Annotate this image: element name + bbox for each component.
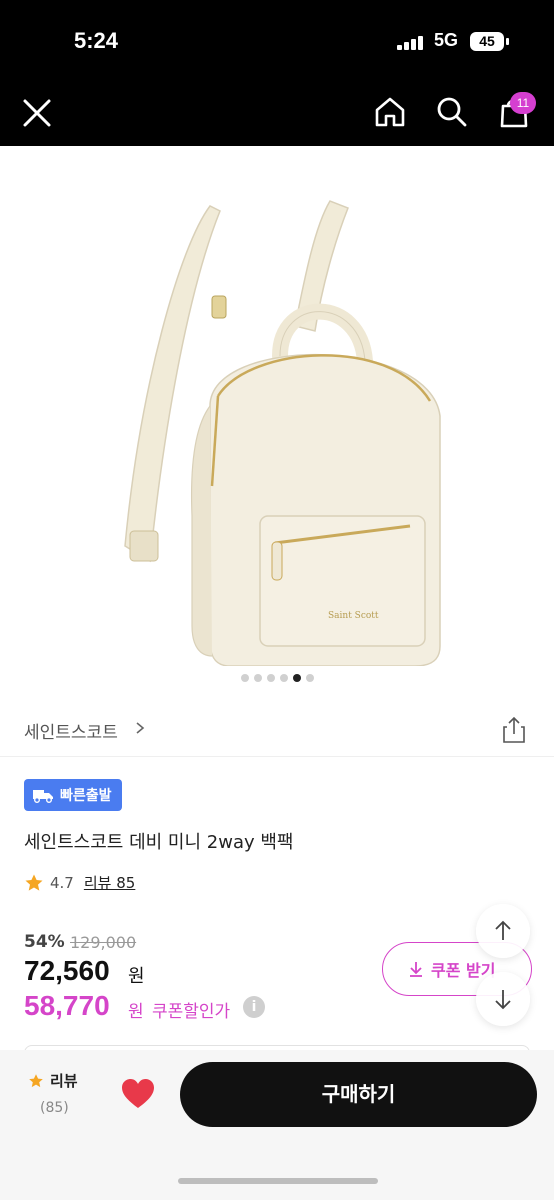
fast-shipping-badge: 빠른출발 [24,779,122,811]
backpack-image: Saint Scott [124,200,441,666]
scroll-down-button[interactable] [476,972,530,1026]
pagination-dot[interactable] [253,674,262,682]
svg-text:Saint Scott: Saint Scott [328,611,379,621]
arrow-down-icon [495,990,511,1010]
pagination-dot[interactable] [279,674,288,682]
review-count-link[interactable]: 리뷰 85 [84,872,135,893]
top-bar: 5:24 5G 45 11 [0,0,554,146]
discount-rate: 54% [24,932,65,952]
pagination-dot-active[interactable] [292,674,301,682]
star-icon [25,874,43,891]
download-icon [410,962,422,977]
sale-price: 72,560 [24,955,110,986]
star-icon [29,1073,43,1087]
bottom-review-count: (85) [40,1100,69,1116]
arrow-up-icon [495,920,511,940]
chevron-right-icon [136,722,145,734]
home-indicator [178,1178,378,1184]
buy-button[interactable]: 구매하기 [180,1062,537,1127]
home-icon[interactable] [372,94,408,130]
scroll-up-button[interactable] [476,904,530,958]
section-divider [0,756,554,757]
status-time: 5:24 [74,28,119,53]
signal-icon [397,36,425,50]
brand-name[interactable]: 세인트스코트 [24,718,118,743]
pagination-dot[interactable] [266,674,275,682]
bottom-review-summary[interactable]: 리뷰 [28,1070,98,1091]
share-icon[interactable] [502,716,526,744]
coupon-price: 58,770 [24,990,110,1021]
rating-row[interactable]: 4.7 리뷰 85 [24,872,135,893]
pagination-dot[interactable] [305,674,314,682]
pagination-dot[interactable] [240,674,249,682]
cart-count-badge: 11 [510,92,536,114]
product-title: 세인트스코트 데비 미니 2way 백팩 [24,832,294,853]
sale-price-unit: 원 [128,966,145,987]
coupon-price-unit: 원 [128,1002,144,1022]
network-label: 5G [434,30,459,50]
search-icon[interactable] [434,94,470,130]
heart-icon[interactable] [121,1078,155,1110]
battery-tip [506,38,509,45]
bottom-review-label: 리뷰 [50,1072,78,1090]
close-icon[interactable] [20,96,54,130]
brand-row[interactable]: 세인트스코트 [0,708,554,750]
truck-icon [33,790,53,803]
rating-value: 4.7 [50,873,74,892]
info-icon[interactable]: i [243,996,265,1018]
battery-icon: 45 [470,32,504,51]
product-image[interactable]: Saint Scott [0,146,554,686]
original-price: 129,000 [70,933,137,952]
coupon-price-label: 쿠폰할인가 [152,1002,231,1022]
fast-shipping-label: 빠른출발 [60,788,112,804]
image-pagination[interactable] [0,674,554,686]
